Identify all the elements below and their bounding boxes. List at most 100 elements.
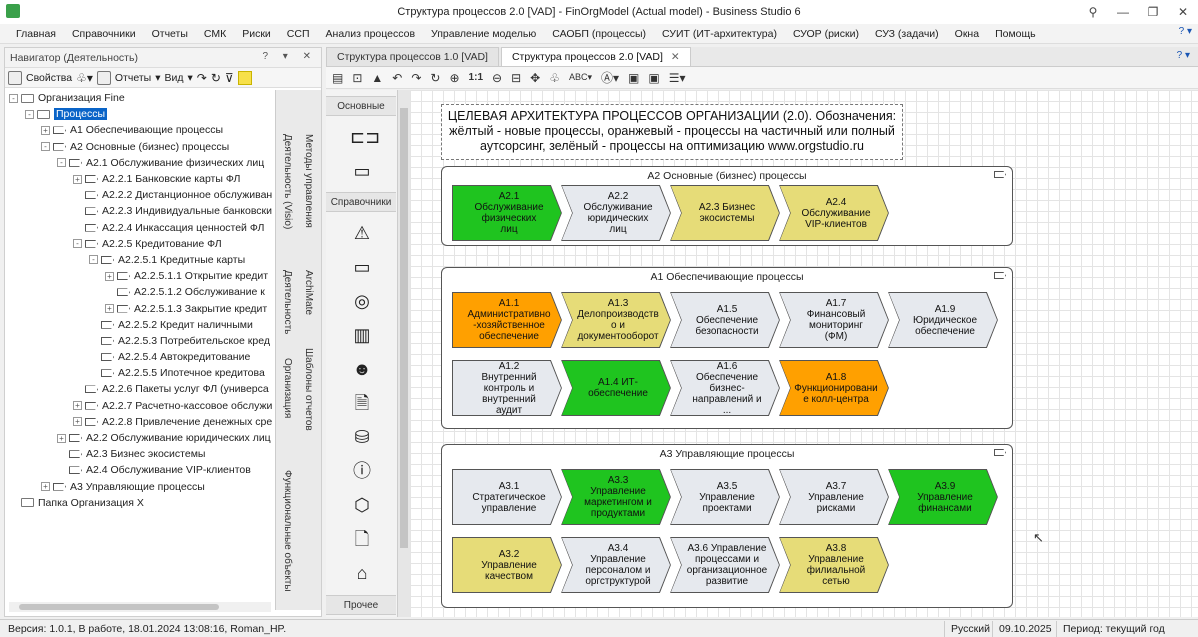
filter-icon[interactable]: ⊽ [225, 71, 234, 85]
zoom-out-icon[interactable]: ⊖ [492, 71, 502, 85]
menu-item[interactable]: Риски [234, 28, 279, 40]
link-icon[interactable] [237, 70, 252, 85]
process-group[interactable]: A1 Обеспечивающие процессы A1.1 Администр… [441, 267, 1013, 429]
triangle-icon[interactable]: ▲ [371, 71, 383, 85]
tree-process-node[interactable]: + A2.2 Обслуживание юридических лиц [9, 430, 275, 446]
process-chevron[interactable]: A3.3 Управление маркетингом и продуктами [561, 469, 671, 525]
process-chevron[interactable]: A1.2 Внутренний контроль и внутренний ау… [452, 360, 562, 416]
collapse-icon[interactable]: - [89, 255, 98, 265]
side-tab-functional-objects[interactable]: Функциональные объекты [282, 470, 293, 592]
spellcheck-icon[interactable]: ABC▾ [569, 72, 592, 83]
tree-process-node[interactable]: A2.2.5.5 Ипотечное кредитова [9, 365, 275, 381]
collapse-icon[interactable]: - [41, 142, 50, 152]
tab-process-structure-1[interactable]: Структура процессов 1.0 [VAD] [326, 47, 499, 66]
info-icon[interactable]: ⓘ [350, 460, 374, 482]
palette-scrollbar[interactable] [398, 90, 410, 617]
expand-icon[interactable]: + [105, 271, 114, 281]
process-box-icon[interactable]: ▭ [350, 160, 374, 182]
tree-process-node[interactable]: A2.3 Бизнес экосистемы [9, 446, 275, 462]
export-vsdx-icon[interactable]: ▣ [628, 71, 639, 85]
menu-item[interactable]: Окна [947, 28, 987, 40]
process-chevron[interactable]: A1.1 Административно -хозяйственное обес… [452, 292, 562, 348]
tree-process-node[interactable]: A2.2.4 Инкассация ценностей ФЛ [9, 220, 275, 236]
redo-icon[interactable]: ↷ [411, 71, 421, 85]
process-chevron[interactable]: A2.4 Обслуживание VIP-клиентов [779, 185, 889, 241]
collapse-icon[interactable]: - [25, 109, 34, 119]
process-chevron[interactable]: A2.1 Обслуживание физических лиц [452, 185, 562, 241]
process-chevron[interactable]: A3.7 Управление рисками [779, 469, 889, 525]
tree-process-node[interactable]: + A2.2.7 Расчетно-кассовое обслужи [9, 398, 275, 414]
expand-icon[interactable]: + [57, 433, 66, 443]
help-dropdown[interactable]: ? ▾ [1179, 26, 1192, 37]
process-chevron[interactable]: A1.5 Обеспечение безопасности [670, 292, 780, 348]
navigator-panel-buttons[interactable]: ? ▾ ✕ [262, 51, 317, 62]
text-format-icon[interactable]: Ⓐ▾ [601, 69, 619, 86]
process-chevron[interactable]: A3.4 Управление персоналом и оргструктур… [561, 537, 671, 593]
tree-process-node[interactable]: A2.2.3 Индивидуальные банковски [9, 203, 275, 219]
properties-icon[interactable] [8, 70, 22, 85]
process-chevron[interactable]: A3.8 Управление филиальной сетью [779, 537, 889, 593]
tree-folder-node[interactable]: - Процессы [9, 106, 275, 122]
tree-folder-node[interactable]: - Организация Fine [9, 90, 275, 106]
people-icon[interactable]: ☻ [350, 358, 374, 380]
tree-process-node[interactable]: A2.2.2 Дистанционное обслуживан [9, 187, 275, 203]
process-group[interactable]: A3 Управляющие процессы A3.1 Стратегическ… [441, 444, 1013, 608]
process-chevron[interactable]: A1.9 Юридическое обеспечение [888, 292, 998, 348]
expand-icon[interactable]: + [73, 174, 82, 184]
chevron-down-icon[interactable]: ▾ [187, 72, 192, 84]
process-chevron[interactable]: A1.7 Финансовый мониторинг (ФМ) [779, 292, 889, 348]
refresh-icon[interactable]: ↻ [211, 71, 221, 85]
zoom-in-icon[interactable]: ⊕ [449, 71, 459, 85]
expand-icon[interactable]: + [105, 304, 114, 314]
collapse-icon[interactable]: - [57, 158, 66, 168]
reports-button[interactable]: Отчеты [115, 72, 151, 84]
database-icon[interactable]: ⛁ [350, 426, 374, 448]
process-chevron[interactable]: A1.3 Делопроизводств о и документооборот [561, 292, 671, 348]
status-period[interactable]: Период: текущий год [1056, 621, 1171, 637]
tree-process-node[interactable]: + A2.2.1 Банковские карты ФЛ [9, 171, 275, 187]
side-tab-activity[interactable]: Деятельность [282, 270, 293, 334]
tree-process-node[interactable]: - A2.2.5.1 Кредитные карты [9, 252, 275, 268]
zoom-page-icon[interactable]: ⊟ [511, 71, 521, 85]
target-icon[interactable]: ◎ [350, 290, 374, 312]
maximize-button[interactable]: ❐ [1138, 0, 1168, 24]
pin-icon[interactable]: ⚲ [1078, 0, 1108, 24]
palette-section-basic[interactable]: Основные [326, 96, 396, 116]
chevron-down-icon[interactable]: ▾ [155, 72, 160, 84]
menu-item[interactable]: Справочники [64, 28, 144, 40]
view-button[interactable]: Вид [164, 72, 183, 84]
layout-icon[interactable]: ✥ [530, 71, 540, 85]
menu-item[interactable]: Отчеты [144, 28, 196, 40]
process-chevron[interactable]: A1.8 Функционировани е колл-центра [779, 360, 889, 416]
process-chevron[interactable]: A3.5 Управление проектами [670, 469, 780, 525]
diagram-canvas[interactable]: ЦЕЛЕВАЯ АРХИТЕКТУРА ПРОЦЕССОВ ОРГАНИЗАЦИ… [410, 90, 1198, 617]
zoom-actual-icon[interactable]: 1:1 [469, 72, 483, 83]
process-chevron[interactable]: A1.6 Обеспечение бизнес-направлений и ..… [670, 360, 780, 416]
side-tab-archimate[interactable]: ArchiMate [303, 270, 314, 315]
process-chevron[interactable]: A3.2 Управление качеством [452, 537, 562, 593]
bar-chart-icon[interactable]: ▥ [350, 324, 374, 346]
side-tab-organization[interactable]: Организация [282, 358, 293, 418]
minimize-button[interactable]: — [1108, 0, 1138, 24]
process-chevron[interactable]: A1.4 ИТ-обеспечение [561, 360, 671, 416]
process-chevron[interactable]: A3.9 Управление финансами [888, 469, 998, 525]
reports-icon[interactable] [96, 70, 111, 85]
process-chevron[interactable]: A3.1 Стратегическое управление [452, 469, 562, 525]
palette-section-directories[interactable]: Справочники [326, 192, 396, 212]
tree-process-node[interactable]: - A2.1 Обслуживание физических лиц [9, 155, 275, 171]
menu-item[interactable]: СУЗ (задачи) [867, 28, 947, 40]
status-language[interactable]: Русский [944, 621, 996, 637]
tab-process-structure-2[interactable]: Структура процессов 2.0 [VAD] ✕ [500, 47, 691, 66]
tree-process-node[interactable]: A2.2.6 Пакеты услуг ФЛ (универса [9, 381, 275, 397]
expand-icon[interactable]: + [73, 401, 82, 411]
refresh-icon[interactable]: ↻ [430, 71, 440, 85]
properties-icon[interactable]: ▤ [332, 71, 343, 85]
side-tab-activity-visio[interactable]: Деятельность (Visio) [282, 134, 293, 229]
palette-section-other[interactable]: Прочее [326, 595, 396, 615]
share-icon[interactable]: ↷ [197, 71, 207, 85]
menu-item[interactable]: Помощь [987, 28, 1044, 40]
expand-icon[interactable]: + [41, 125, 50, 135]
close-tab-icon[interactable]: ✕ [671, 51, 680, 63]
tree-process-node[interactable]: - A2.2.5 Кредитование ФЛ [9, 236, 275, 252]
menu-item[interactable]: СУОР (риски) [785, 28, 867, 40]
